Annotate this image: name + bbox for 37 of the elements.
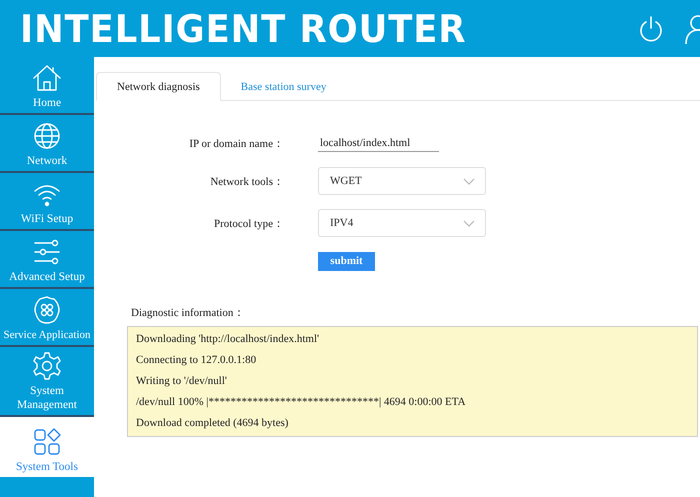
tab[interactable]: Network diagnosis <box>96 72 221 101</box>
chevron-icon <box>463 220 475 226</box>
log-line: Writing to '/dev/null' <box>136 374 228 389</box>
log-line: Downloading 'http://localhost/index.html' <box>136 332 320 347</box>
sidebar-label: WiFi Setup <box>20 212 74 226</box>
sidebar-item[interactable]: Network <box>0 115 94 173</box>
dropdown[interactable]: IPV4 <box>318 209 486 237</box>
sidebar-item[interactable]: Service Application <box>0 289 94 347</box>
sidebar-label: Network <box>26 154 68 168</box>
gear-icon <box>32 351 62 381</box>
sidebar-item[interactable]: Home <box>0 57 94 115</box>
submit-button[interactable]: submit <box>318 252 375 270</box>
field-label: Protocol type： <box>213 216 284 230</box>
sidebar-label: Advanced Setup <box>9 270 85 284</box>
globe-icon <box>32 121 62 151</box>
sidebar-item[interactable]: Advanced Setup <box>0 231 94 289</box>
tab[interactable]: Base station survey <box>220 72 346 101</box>
sidebar-label: System Management <box>16 384 78 412</box>
app-title: INTELLIGENT ROUTER <box>20 6 466 50</box>
sidebar-label: System Tools <box>16 460 78 474</box>
diagnostic-label: Diagnostic information： <box>131 306 246 320</box>
grid-icon <box>32 427 62 457</box>
sidebar-label: Home <box>32 96 62 110</box>
dropdown[interactable]: WGET <box>318 167 486 195</box>
field-label: Network tools： <box>209 174 284 188</box>
power-icon[interactable] <box>638 14 664 42</box>
log-line: Download completed (4694 bytes) <box>136 416 290 431</box>
sidebar-label: Service Application <box>3 328 91 342</box>
log-line: Connecting to 127.0.0.1:80 <box>136 353 258 368</box>
sliders-icon <box>32 237 62 267</box>
sidebar-item[interactable]: WiFi Setup <box>0 173 94 231</box>
chevron-icon <box>463 178 475 184</box>
flower-icon <box>32 295 62 325</box>
log-line: /dev/null 100% |*******************************| 4694 0:00:00 ETA <box>136 395 467 410</box>
field-label: IP or domain name： <box>188 136 284 150</box>
home-icon <box>32 63 62 93</box>
sidebar-item[interactable]: System Tools <box>0 417 94 477</box>
